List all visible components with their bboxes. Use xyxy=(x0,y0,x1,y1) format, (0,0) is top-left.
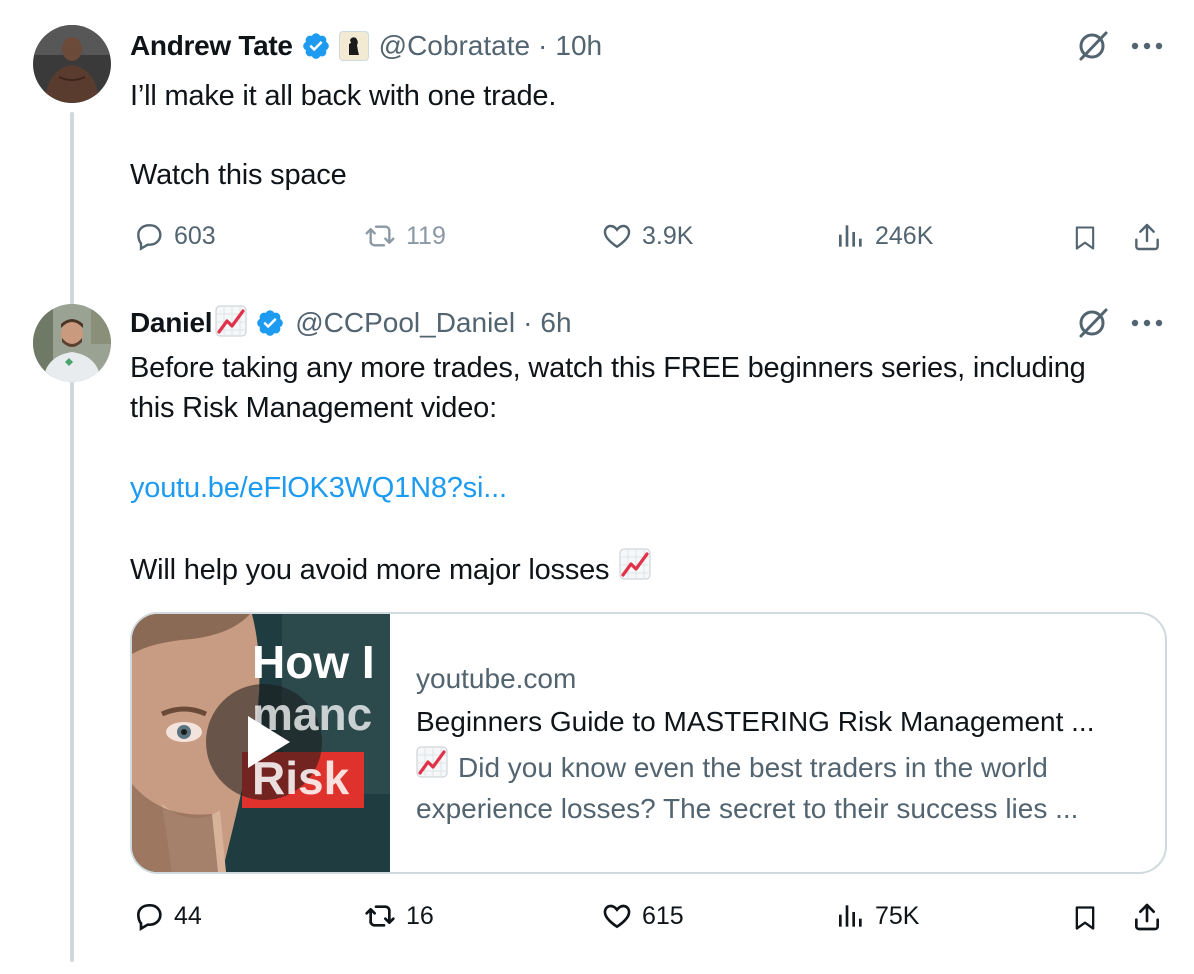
affiliate-badge-icon[interactable] xyxy=(338,31,369,61)
author-name[interactable]: Daniel xyxy=(130,307,213,339)
card-desc-line-1: Did you know even the best traders in th… xyxy=(458,751,1048,783)
more-icon[interactable] xyxy=(1127,30,1167,62)
like-icon xyxy=(603,904,631,929)
tweet-1-text-line-1: I’ll make it all back with one trade. xyxy=(130,80,557,112)
thread-connector xyxy=(70,112,74,962)
chart-increasing-emoji xyxy=(416,746,448,789)
views-icon xyxy=(839,905,862,927)
views-count: 75K xyxy=(875,901,920,930)
card-body: youtube.com Beginners Guide to MASTERING… xyxy=(416,660,1145,829)
repost-count: 119 xyxy=(406,221,446,250)
views-button[interactable]: 75K xyxy=(835,900,919,932)
video-thumbnail[interactable]: How I manc Risk xyxy=(132,614,390,872)
tweet-2-text-line-2: this Risk Management video: xyxy=(130,392,497,424)
like-count: 615 xyxy=(642,901,684,930)
share-icon[interactable] xyxy=(1128,218,1166,256)
avatar-daniel[interactable] xyxy=(33,304,111,382)
share-icon[interactable] xyxy=(1128,898,1166,936)
author-handle[interactable]: @Cobratate xyxy=(379,30,530,62)
tweet-2-header: Daniel @CCPool_Daniel · 6h xyxy=(130,304,572,342)
tweet-1-header: Andrew Tate @Cobratate · 10h xyxy=(130,27,602,65)
author-name[interactable]: Andrew Tate xyxy=(130,30,293,62)
repost-icon xyxy=(365,905,395,927)
tweet-2-link[interactable]: youtu.be/eFlOK3WQ1N8?si... xyxy=(130,468,507,508)
card-desc-line-1-wrap: Did you know even the best traders in th… xyxy=(416,746,1145,789)
thumbnail-text-1: How I xyxy=(252,636,375,688)
views-icon xyxy=(839,225,862,247)
card-title: Beginners Guide to MASTERING Risk Manage… xyxy=(416,706,1095,737)
repost-button[interactable]: 119 xyxy=(362,220,446,252)
tweet-2-text-line-1: Before taking any more trades, watch thi… xyxy=(130,352,1086,384)
link-preview-card[interactable]: How I manc Risk youtube.com Beginners Gu… xyxy=(130,612,1167,874)
separator-dot: · xyxy=(538,30,548,61)
card-domain: youtube.com xyxy=(416,663,577,694)
verified-badge-icon[interactable] xyxy=(255,308,285,338)
thumbnail-text-3: Risk xyxy=(252,752,350,804)
like-count: 3.9K xyxy=(642,221,694,250)
bookmark-icon[interactable] xyxy=(1066,220,1104,256)
grok-icon[interactable] xyxy=(1073,28,1113,64)
reply-icon xyxy=(137,224,162,251)
reply-count: 603 xyxy=(174,221,216,250)
grok-icon[interactable] xyxy=(1073,305,1113,341)
repost-icon xyxy=(365,225,395,247)
tweet-2-text-line-3-wrap: Will help you avoid more major losses xyxy=(130,548,651,591)
reply-button[interactable]: 603 xyxy=(132,220,216,252)
views-count: 246K xyxy=(875,221,934,250)
reply-icon xyxy=(136,904,162,932)
author-handle[interactable]: @CCPool_Daniel xyxy=(295,307,515,339)
chart-increasing-emoji xyxy=(215,305,247,342)
chart-increasing-emoji xyxy=(619,548,651,591)
verified-badge-icon[interactable] xyxy=(301,31,331,61)
thumbnail-text-2: manc xyxy=(252,688,373,740)
separator-dot: · xyxy=(523,307,533,338)
like-button[interactable]: 3.9K xyxy=(600,220,693,252)
tweet-time[interactable]: 10h xyxy=(555,30,602,62)
more-icon[interactable] xyxy=(1127,307,1167,339)
bookmark-icon[interactable] xyxy=(1066,900,1104,936)
tweet-1-text-line-2: Watch this space xyxy=(130,159,347,191)
like-button[interactable]: 615 xyxy=(600,900,684,932)
tweet-time[interactable]: 6h xyxy=(540,307,571,339)
reply-count: 44 xyxy=(174,901,202,930)
like-icon xyxy=(603,224,631,249)
repost-button[interactable]: 16 xyxy=(362,900,434,932)
views-button[interactable]: 246K xyxy=(835,220,933,252)
reply-button[interactable]: 44 xyxy=(132,900,202,932)
tweet-2-text-line-3: Will help you avoid more major losses xyxy=(130,553,610,586)
repost-count: 16 xyxy=(406,901,434,930)
card-desc-line-2: experience losses? The secret to their s… xyxy=(416,793,1079,824)
avatar-andrew-tate[interactable] xyxy=(33,25,111,103)
